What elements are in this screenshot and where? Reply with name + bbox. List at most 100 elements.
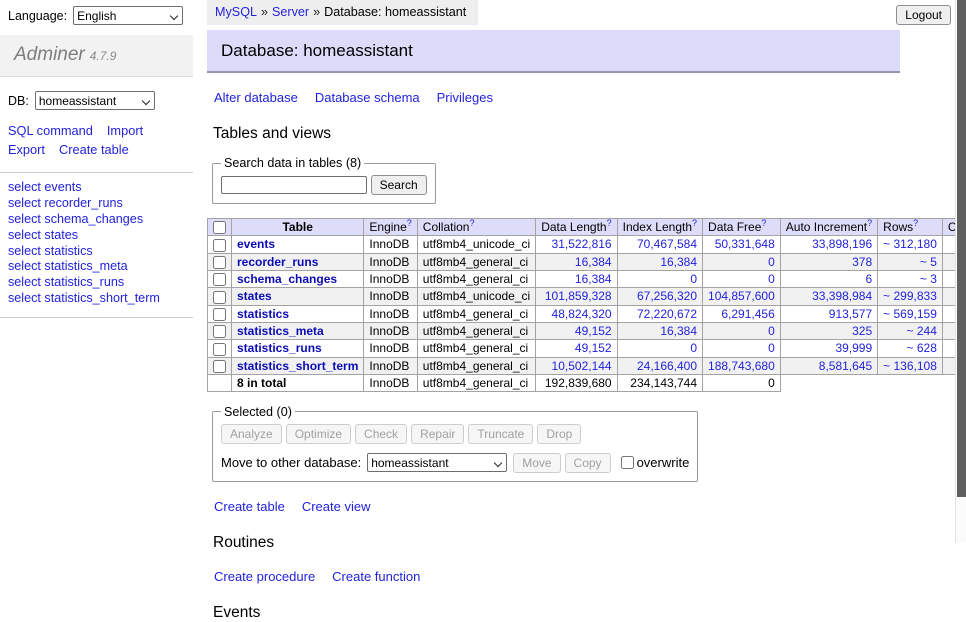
sidebar-link-sql-command[interactable]: SQL command	[8, 122, 93, 141]
link-create-table[interactable]: Create table	[214, 499, 285, 514]
scrollbar-thumb[interactable]	[957, 0, 966, 497]
data-free-link[interactable]: 50,331,648	[715, 237, 775, 251]
row-checkbox[interactable]	[213, 325, 226, 338]
link-create-view[interactable]: Create view	[302, 499, 371, 514]
table-link-recorder-runs[interactable]: recorder_runs	[237, 255, 318, 269]
help-link[interactable]: ?	[913, 218, 918, 228]
index-length-link[interactable]: 70,467,584	[637, 237, 697, 251]
rows-link[interactable]: ~ 299,833	[883, 289, 937, 303]
row-checkbox[interactable]	[213, 256, 226, 269]
row-checkbox[interactable]	[213, 291, 226, 304]
help-link[interactable]: ?	[692, 218, 697, 228]
sidebar-item-select-statistics-meta[interactable]: select statistics_meta	[8, 259, 185, 275]
move-db-select[interactable]: homeassistant	[367, 453, 507, 472]
auto-increment-link[interactable]: 39,999	[835, 341, 872, 355]
table-link-statistics-short-term[interactable]: statistics_short_term	[237, 359, 358, 373]
table-link-statistics-runs[interactable]: statistics_runs	[237, 341, 322, 355]
rows-link[interactable]: ~ 244	[907, 324, 937, 338]
row-checkbox[interactable]	[213, 239, 226, 252]
data-length-link[interactable]: 10,502,144	[552, 359, 612, 373]
data-length-link[interactable]: 31,522,816	[552, 237, 612, 251]
table-link-statistics[interactable]: statistics	[237, 307, 289, 321]
optimize-button[interactable]: Optimize	[286, 424, 351, 444]
help-link[interactable]: ?	[761, 218, 766, 228]
select-all-checkbox[interactable]	[213, 221, 226, 234]
sidebar-item-select-statistics[interactable]: select statistics	[8, 244, 185, 260]
row-checkbox[interactable]	[213, 360, 226, 373]
breadcrumb-link-server[interactable]: Server	[272, 5, 309, 19]
table-link-events[interactable]: events	[237, 237, 275, 251]
data-free-link[interactable]: 6,291,456	[721, 307, 774, 321]
logout-button[interactable]: Logout	[896, 5, 951, 25]
move-button[interactable]: Move	[513, 453, 560, 473]
data-free-link[interactable]: 188,743,680	[708, 359, 775, 373]
sidebar-item-select-schema-changes[interactable]: select schema_changes	[8, 212, 185, 228]
auto-increment-link[interactable]: 913,577	[829, 307, 872, 321]
copy-button[interactable]: Copy	[565, 453, 611, 473]
auto-increment-link[interactable]: 33,898,196	[812, 237, 872, 251]
index-length-link[interactable]: 16,384	[660, 324, 697, 338]
index-length-link[interactable]: 67,256,320	[637, 289, 697, 303]
search-button[interactable]: Search	[371, 175, 427, 195]
help-link[interactable]: ?	[867, 218, 872, 228]
sidebar-item-select-states[interactable]: select states	[8, 228, 185, 244]
link-create-function[interactable]: Create function	[332, 569, 420, 584]
help-link[interactable]: ?	[407, 218, 412, 228]
sidebar-item-select-events[interactable]: select events	[8, 180, 185, 196]
sidebar-link-import[interactable]: Import	[107, 122, 143, 141]
drop-button[interactable]: Drop	[537, 424, 581, 444]
action-alter-database[interactable]: Alter database	[214, 90, 298, 105]
data-length-link[interactable]: 101,859,328	[545, 289, 612, 303]
data-length-link[interactable]: 49,152	[575, 324, 612, 338]
row-checkbox[interactable]	[213, 308, 226, 321]
index-length-link[interactable]: 72,220,672	[637, 307, 697, 321]
data-free-link[interactable]: 0	[768, 255, 775, 269]
sidebar-link-export[interactable]: Export	[8, 141, 45, 160]
data-free-link[interactable]: 0	[768, 324, 775, 338]
rows-link[interactable]: ~ 5	[920, 255, 937, 269]
db-select[interactable]: homeassistant	[35, 91, 155, 110]
auto-increment-link[interactable]: 33,398,984	[812, 289, 872, 303]
overwrite-checkbox[interactable]	[621, 456, 634, 469]
data-length-link[interactable]: 49,152	[575, 341, 612, 355]
action-privileges[interactable]: Privileges	[437, 90, 493, 105]
auto-increment-link[interactable]: 6	[865, 272, 872, 286]
rows-link[interactable]: ~ 312,180	[883, 237, 937, 251]
table-link-statistics-meta[interactable]: statistics_meta	[237, 324, 324, 338]
analyze-button[interactable]: Analyze	[221, 424, 282, 444]
index-length-link[interactable]: 0	[690, 341, 697, 355]
data-length-link[interactable]: 16,384	[575, 255, 612, 269]
index-length-link[interactable]: 24,166,400	[637, 359, 697, 373]
auto-increment-link[interactable]: 325	[852, 324, 872, 338]
data-free-link[interactable]: 0	[768, 272, 775, 286]
action-database-schema[interactable]: Database schema	[315, 90, 420, 105]
sidebar-item-select-statistics-runs[interactable]: select statistics_runs	[8, 275, 185, 291]
data-free-link[interactable]: 104,857,600	[708, 289, 775, 303]
index-length-link[interactable]: 0	[690, 272, 697, 286]
check-button[interactable]: Check	[355, 424, 407, 444]
index-length-link[interactable]: 16,384	[660, 255, 697, 269]
sidebar-item-select-recorder-runs[interactable]: select recorder_runs	[8, 196, 185, 212]
rows-link[interactable]: ~ 628	[907, 341, 937, 355]
rows-link[interactable]: ~ 3	[920, 272, 937, 286]
repair-button[interactable]: Repair	[411, 424, 464, 444]
data-length-link[interactable]: 48,824,320	[552, 307, 612, 321]
auto-increment-link[interactable]: 378	[852, 255, 872, 269]
sidebar-link-create-table[interactable]: Create table	[59, 141, 129, 160]
rows-link[interactable]: ~ 569,159	[883, 307, 937, 321]
table-link-states[interactable]: states	[237, 289, 272, 303]
rows-link[interactable]: ~ 136,108	[883, 359, 937, 373]
data-length-link[interactable]: 16,384	[575, 272, 612, 286]
search-input[interactable]	[221, 176, 367, 194]
row-checkbox[interactable]	[213, 273, 226, 286]
language-select[interactable]: English	[73, 6, 183, 25]
table-link-schema-changes[interactable]: schema_changes	[237, 272, 337, 286]
link-create-procedure[interactable]: Create procedure	[214, 569, 315, 584]
truncate-button[interactable]: Truncate	[468, 424, 533, 444]
help-link[interactable]: ?	[607, 218, 612, 228]
row-checkbox[interactable]	[213, 343, 226, 356]
sidebar-item-select-statistics-short-term[interactable]: select statistics_short_term	[8, 291, 185, 307]
auto-increment-link[interactable]: 8,581,645	[819, 359, 872, 373]
breadcrumb-link-mysql[interactable]: MySQL	[215, 5, 257, 19]
scrollbar[interactable]	[955, 0, 966, 543]
